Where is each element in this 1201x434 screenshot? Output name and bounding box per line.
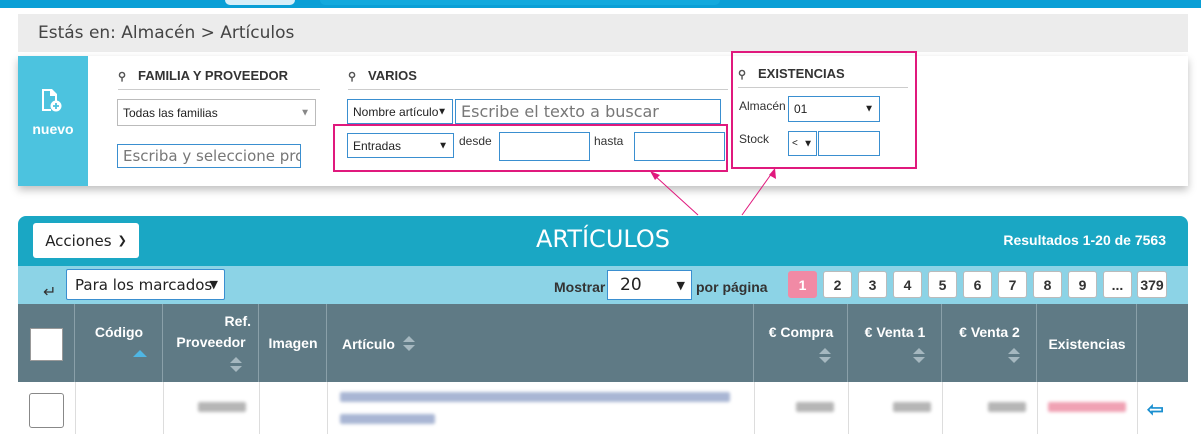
column-header-venta1[interactable]: € Venta 1: [848, 304, 942, 382]
redacted-venta1: [893, 402, 931, 412]
cell-separator: [163, 382, 164, 434]
results-count: Resultados 1-20 de 7563: [1003, 232, 1166, 248]
table-title: ARTÍCULOS: [535, 225, 671, 253]
table-header-bar: Acciones ❯ ARTÍCULOS Resultados 1-20 de …: [18, 216, 1188, 266]
sort-icon[interactable]: [229, 357, 243, 373]
per-page-label: por página: [696, 279, 768, 295]
row-expand-arrow-icon[interactable]: ⇦: [1147, 397, 1164, 422]
column-header-actions: [1137, 304, 1188, 382]
column-venta2-label: € Venta 2: [959, 324, 1020, 340]
page-button-3[interactable]: 3: [858, 271, 887, 298]
cell-separator: [754, 382, 755, 434]
page-button-5[interactable]: 5: [928, 271, 957, 298]
column-ref-label-line2: Proveedor: [176, 334, 246, 350]
column-header-imagen: Imagen: [259, 304, 327, 382]
per-page-select[interactable]: 20 ▼: [607, 270, 692, 300]
column-header-compra[interactable]: € Compra: [754, 304, 848, 382]
redacted-article-line1[interactable]: [340, 392, 730, 402]
column-select-all: [18, 304, 75, 382]
cell-separator: [327, 382, 328, 434]
redacted-ref: [198, 402, 246, 412]
column-existencias-label: Existencias: [1048, 336, 1126, 352]
column-imagen-label: Imagen: [268, 335, 318, 351]
column-header-articulo[interactable]: Artículo: [327, 304, 754, 382]
table-row[interactable]: ⇦: [18, 382, 1188, 434]
marked-actions-select[interactable]: Para los marcados ▼: [66, 269, 225, 300]
cell-separator: [942, 382, 943, 434]
column-compra-label: € Compra: [768, 324, 834, 340]
chevron-down-icon: ▼: [676, 278, 685, 292]
column-header-existencias: Existencias: [1037, 304, 1137, 382]
table-toolbar: ↵ Para los marcados ▼ Mostrar 20 ▼ por p…: [18, 266, 1188, 304]
sort-ascending-icon[interactable]: [133, 350, 147, 358]
column-venta1-label: € Venta 1: [864, 324, 926, 340]
cell-separator: [75, 382, 76, 434]
redacted-article-line2[interactable]: [340, 414, 435, 424]
column-articulo-label: Artículo: [342, 336, 395, 352]
redacted-existencias: [1048, 402, 1126, 412]
per-page-value: 20: [620, 275, 642, 295]
page-button-9[interactable]: 9: [1068, 271, 1097, 298]
actions-dropdown-button[interactable]: Acciones ❯: [33, 223, 139, 258]
page-button-2[interactable]: 2: [823, 271, 852, 298]
column-header-venta2[interactable]: € Venta 2: [942, 304, 1037, 382]
page-button-8[interactable]: 8: [1033, 271, 1062, 298]
page-button-ellipsis[interactable]: ...: [1103, 271, 1132, 298]
cell-separator: [1137, 382, 1138, 434]
page-button-7[interactable]: 7: [998, 271, 1027, 298]
page-button-4[interactable]: 4: [893, 271, 922, 298]
page-button-1[interactable]: 1: [788, 271, 817, 298]
column-header-ref-proveedor[interactable]: Ref. Proveedor: [163, 304, 259, 382]
cell-separator: [1037, 382, 1038, 434]
select-all-checkbox[interactable]: [30, 328, 63, 361]
sort-icon[interactable]: [818, 348, 832, 364]
sort-icon[interactable]: [402, 336, 416, 352]
row-checkbox[interactable]: [29, 393, 64, 428]
cell-separator: [848, 382, 849, 434]
column-ref-label-line1: Ref.: [224, 313, 251, 329]
page-button-6[interactable]: 6: [963, 271, 992, 298]
redacted-compra: [796, 402, 834, 412]
column-codigo-label: Código: [94, 324, 144, 340]
marked-actions-value: Para los marcados: [75, 275, 213, 294]
sort-icon[interactable]: [912, 348, 926, 364]
show-label: Mostrar: [554, 279, 606, 295]
actions-label: Acciones: [45, 231, 112, 250]
redacted-venta2: [988, 402, 1026, 412]
chevron-down-icon: ▼: [209, 278, 218, 291]
column-header-codigo[interactable]: Código: [75, 304, 163, 382]
cell-separator: [259, 382, 260, 434]
page-button-last[interactable]: 379: [1137, 271, 1167, 298]
corner-arrow-icon: ↵: [43, 284, 57, 301]
sort-icon[interactable]: [1007, 348, 1021, 364]
chevron-down-icon: ❯: [117, 234, 127, 247]
